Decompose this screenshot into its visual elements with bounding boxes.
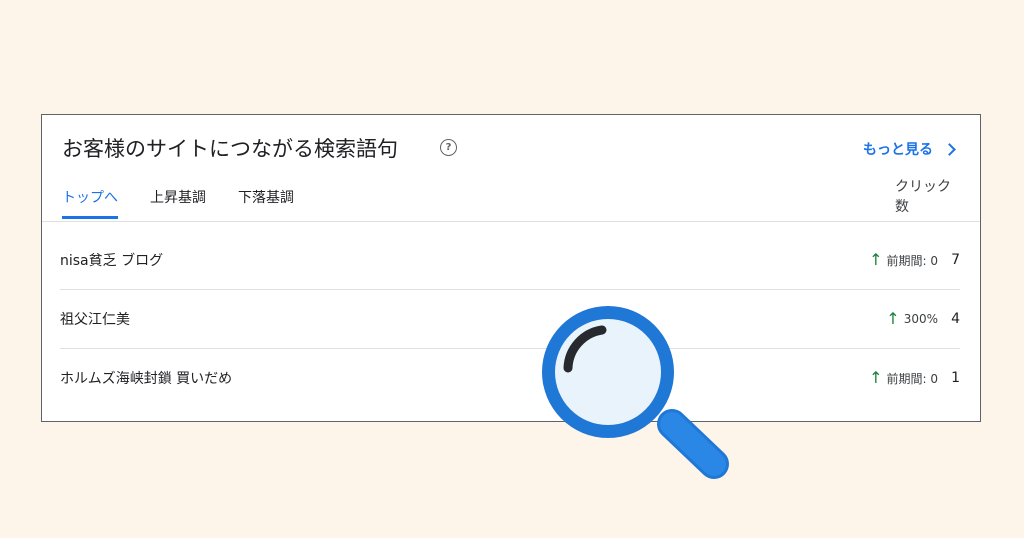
row-metrics: ↑ 300% 4 <box>886 311 960 328</box>
help-icon[interactable]: ? <box>440 139 457 156</box>
row-term: ホルムズ海峡封鎖 買いだめ <box>60 371 233 387</box>
magnifying-glass-icon <box>542 306 729 479</box>
row-trend-label: 前期間: 0 <box>886 371 939 386</box>
row-trend: ↑ 前期間: 0 <box>869 370 938 387</box>
arrow-up-icon: ↑ <box>886 309 900 328</box>
row-metrics: ↑ 前期間: 0 7 <box>869 252 960 269</box>
row-trend-label: 300% <box>903 312 938 326</box>
card-title: お客様のサイトにつながる検索語句 <box>62 137 398 161</box>
arrow-up-icon: ↑ <box>869 368 883 387</box>
clicks-column-header[interactable]: クリック数 <box>895 177 959 217</box>
row-trend: ↑ 前期間: 0 <box>869 252 938 269</box>
arrow-up-icon: ↑ <box>869 250 883 269</box>
chevron-right-icon <box>943 142 956 156</box>
magnifier-lens <box>555 319 661 425</box>
row-trend: ↑ 300% <box>886 311 938 327</box>
row-clicks: 4 <box>951 311 960 327</box>
row-term: 祖父江仁美 <box>60 312 130 328</box>
magnifier-handle-inner <box>660 412 726 476</box>
row-clicks: 1 <box>951 370 960 386</box>
row-metrics: ↑ 前期間: 0 1 <box>869 370 960 387</box>
table-row[interactable]: ホルムズ海峡封鎖 買いだめ ↑ 前期間: 0 1 <box>60 349 960 407</box>
table-row[interactable]: 祖父江仁美 ↑ 300% 4 <box>60 290 960 349</box>
header-divider <box>42 221 980 222</box>
see-more-label: もっと見る <box>863 142 933 158</box>
row-clicks: 7 <box>951 252 960 268</box>
tab-rising[interactable]: 上昇基調 <box>150 187 206 219</box>
table-row[interactable]: nisa貧乏 ブログ ↑ 前期間: 0 7 <box>60 231 960 290</box>
tab-falling[interactable]: 下落基調 <box>238 187 294 219</box>
tab-top[interactable]: トップへ <box>62 187 118 219</box>
tab-bar: トップへ 上昇基調 下落基調 <box>62 187 294 219</box>
search-terms-card: お客様のサイトにつながる検索語句 ? もっと見る トップへ 上昇基調 下落基調 … <box>41 114 981 422</box>
see-more-link[interactable]: もっと見る <box>863 139 958 159</box>
row-trend-label: 前期間: 0 <box>886 253 939 268</box>
row-term: nisa貧乏 ブログ <box>60 253 164 269</box>
